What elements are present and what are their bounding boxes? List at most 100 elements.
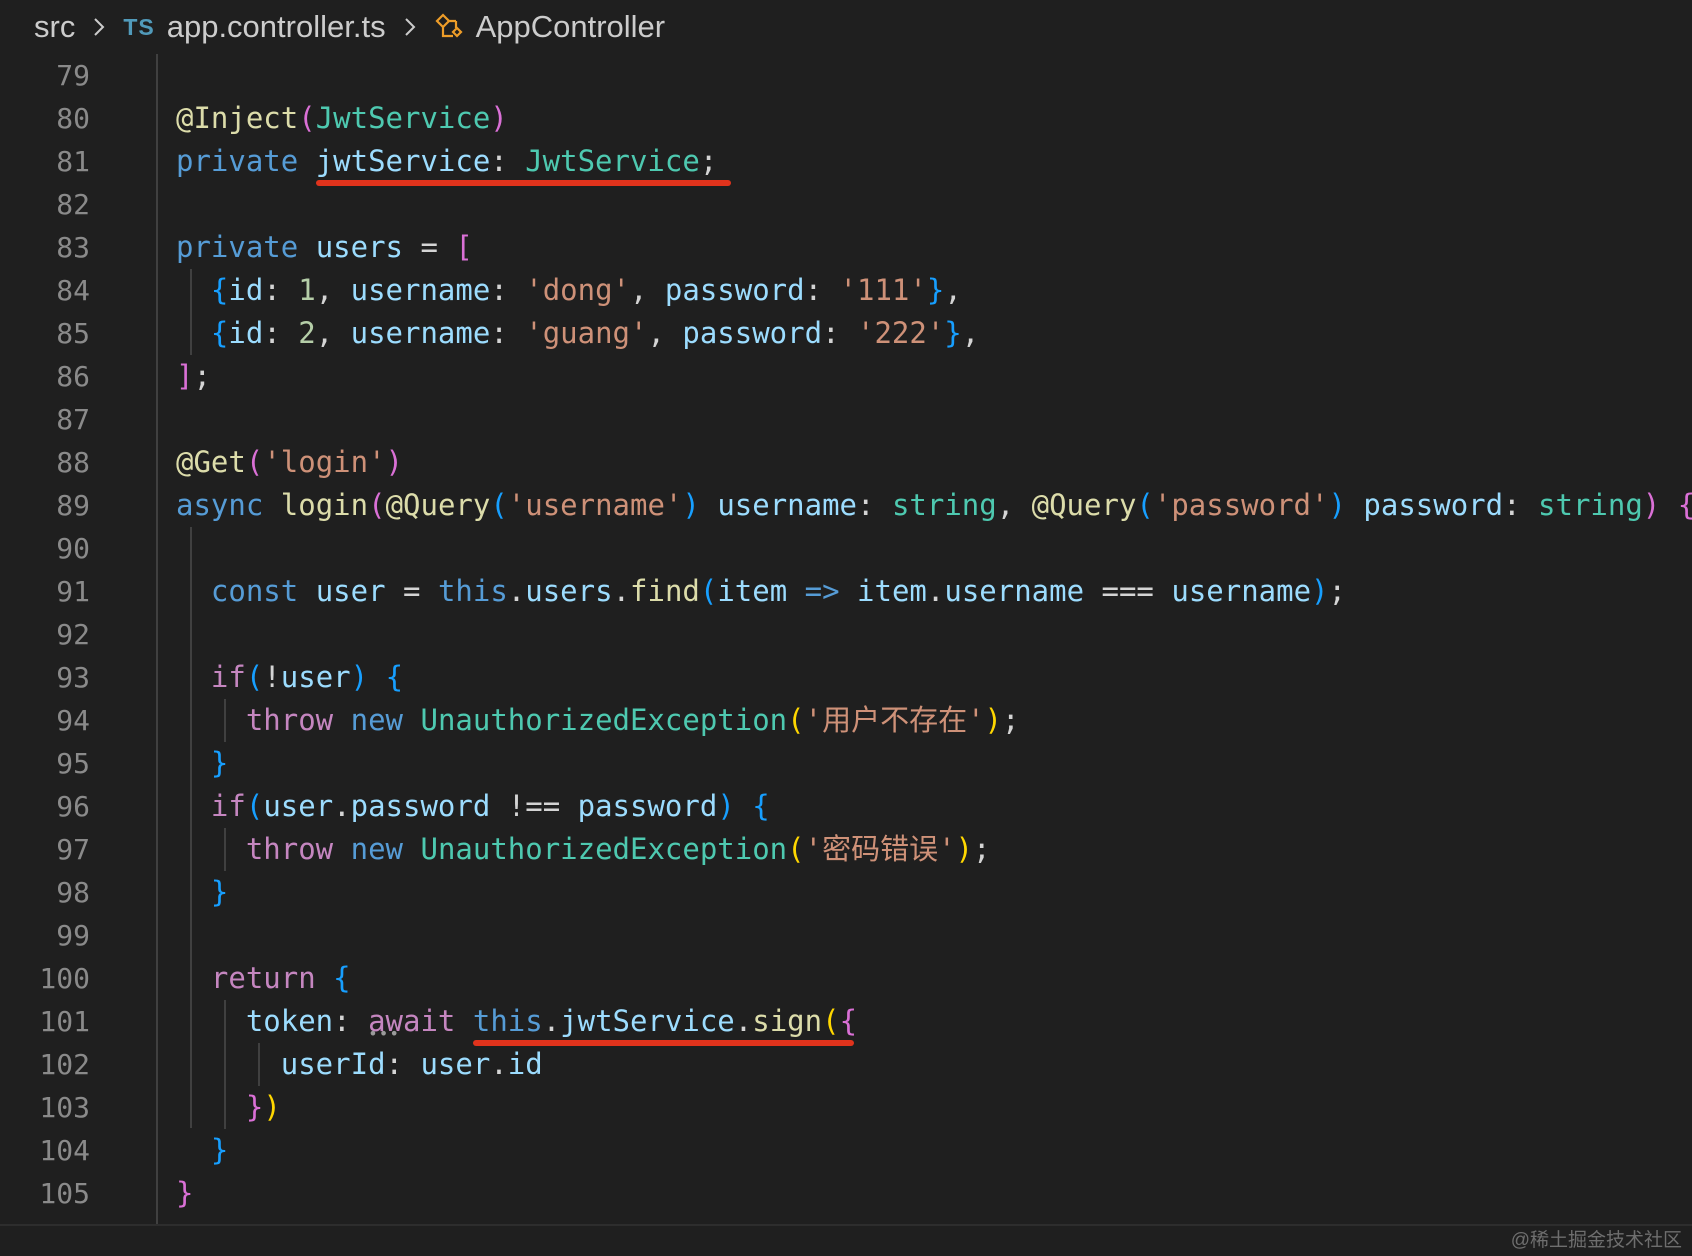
code-token: '密码错误' [804, 832, 956, 866]
code-line[interactable]: 88 @Get('login') [0, 441, 1692, 484]
code-text[interactable]: throw new UnauthorizedException('密码错误'); [176, 828, 991, 871]
line-number: 104 [39, 1134, 90, 1167]
code-text[interactable]: if(!user) { [176, 656, 403, 699]
code-token: ; [1002, 703, 1020, 737]
code-token: ( [822, 1004, 840, 1038]
code-text[interactable]: ]; [176, 355, 211, 398]
code-text[interactable]: userId: user.id [176, 1043, 543, 1086]
line-number: 102 [39, 1048, 90, 1081]
code-line[interactable]: 104 } [0, 1129, 1692, 1172]
code-line[interactable]: 92 [0, 613, 1692, 656]
code-text[interactable]: } [176, 1129, 228, 1172]
code-token: item [717, 574, 788, 608]
code-line[interactable]: 87 [0, 398, 1692, 441]
line-number: 96 [56, 790, 90, 823]
code-line[interactable]: 90 [0, 527, 1692, 570]
code-editor[interactable]: 79 80 @Inject(JwtService) 81 private jwtServ… [0, 54, 1692, 1224]
code-token: ( [787, 703, 805, 737]
code-token: string [1538, 488, 1643, 522]
code-token: password [664, 273, 805, 307]
code-line[interactable]: 95 } [0, 742, 1692, 785]
code-token: const [210, 574, 299, 608]
code-text[interactable]: private jwtService: JwtService; [176, 140, 717, 183]
code-token: , [996, 488, 1032, 522]
code-line[interactable]: 102 userId: user.id [0, 1043, 1692, 1086]
code-line[interactable]: 81 private jwtService: JwtService; [0, 140, 1692, 183]
code-token: UnauthorizedException [420, 832, 788, 866]
hint-dots-icon[interactable]: ••• [368, 1024, 400, 1043]
code-text[interactable]: } [176, 742, 228, 785]
code-token: throw [245, 832, 334, 866]
line-number: 98 [56, 876, 90, 909]
code-text[interactable]: throw new UnauthorizedException('用户不存在')… [176, 699, 1020, 742]
code-token: UnauthorizedException [420, 703, 788, 737]
code-text[interactable]: const user = this.users.find(item => ite… [176, 570, 1346, 613]
code-text[interactable]: }) [176, 1086, 281, 1129]
code-line[interactable]: 97 throw new UnauthorizedException('密码错误… [0, 828, 1692, 871]
code-line[interactable]: 96 if(user.password !== password) { [0, 785, 1692, 828]
code-token: . [542, 1004, 561, 1038]
code-token: { [210, 273, 229, 307]
code-token: jwtService [560, 1004, 735, 1038]
code-line[interactable]: 100 return { [0, 957, 1692, 1000]
code-line[interactable]: 99 [0, 914, 1692, 957]
code-token: : [857, 488, 892, 522]
code-token: ( [245, 445, 264, 479]
breadcrumb-folder-src[interactable]: src [34, 9, 75, 45]
code-text[interactable]: @Get('login') [176, 441, 403, 484]
code-line[interactable]: 98 } [0, 871, 1692, 914]
code-text[interactable]: private users = [ [176, 226, 473, 269]
code-line[interactable]: 84 {id: 1, username: 'dong', password: '… [0, 269, 1692, 312]
status-strip: @稀土掘金技术社区 [0, 1224, 1692, 1256]
breadcrumb-symbol[interactable]: AppController [476, 9, 666, 45]
code-token: ( [490, 488, 508, 522]
code-text[interactable]: @Inject(JwtService) [176, 97, 508, 140]
code-token: password [577, 789, 718, 823]
code-token: 1 [298, 273, 316, 307]
code-line[interactable]: 101 token: await this.jwtService.sign({ [0, 1000, 1692, 1043]
code-text[interactable]: async login(@Query('username') username:… [176, 484, 1692, 527]
code-line[interactable]: 79 [0, 54, 1692, 97]
code-token: ( [245, 660, 264, 694]
code-line[interactable]: 86]; [0, 355, 1692, 398]
code-line[interactable]: 85 {id: 2, username: 'guang', password: … [0, 312, 1692, 355]
code-token: ) [490, 101, 508, 135]
code-token: } [176, 1176, 194, 1210]
code-token: : [490, 144, 526, 178]
code-line[interactable]: 103 }) [0, 1086, 1692, 1129]
code-token: @Get [176, 445, 246, 479]
code-token: { [1678, 488, 1692, 522]
code-line[interactable]: 105} [0, 1172, 1692, 1215]
code-line[interactable]: 89 async login(@Query('username') usernam… [0, 484, 1692, 527]
code-text[interactable]: {id: 2, username: 'guang', password: '22… [176, 312, 979, 355]
code-text[interactable]: if(user.password !== password) { [176, 785, 770, 828]
code-text[interactable]: {id: 1, username: 'dong', password: '111… [176, 269, 962, 312]
code-token: } [210, 1133, 229, 1167]
chevron-right-icon [396, 13, 424, 41]
line-number: 95 [56, 747, 90, 780]
line-number: 101 [39, 1005, 90, 1038]
breadcrumb-file[interactable]: app.controller.ts [167, 9, 386, 45]
code-token: 'username' [507, 488, 683, 522]
code-line[interactable]: 83 private users = [ [0, 226, 1692, 269]
line-number: 94 [56, 704, 90, 737]
code-line[interactable]: 94 throw new UnauthorizedException('用户不存… [0, 699, 1692, 742]
code-token: { [385, 660, 404, 694]
code-token: . [333, 789, 351, 823]
code-text[interactable]: return { [176, 957, 351, 1000]
code-line[interactable]: 80 @Inject(JwtService) [0, 97, 1692, 140]
code-line[interactable]: 82 [0, 183, 1692, 226]
code-token: : [490, 316, 526, 350]
code-token: user [420, 1047, 491, 1081]
code-text[interactable]: } [176, 1172, 193, 1215]
line-number: 87 [56, 403, 90, 436]
code-token: '111' [839, 273, 927, 307]
code-text[interactable]: } [176, 871, 228, 914]
code-token: ; [1328, 574, 1346, 608]
code-line[interactable]: 91 const user = this.users.find(item => … [0, 570, 1692, 613]
code-line[interactable]: 93 if(!user) { [0, 656, 1692, 699]
code-text[interactable]: token: await this.jwtService.sign({ [176, 1000, 857, 1043]
